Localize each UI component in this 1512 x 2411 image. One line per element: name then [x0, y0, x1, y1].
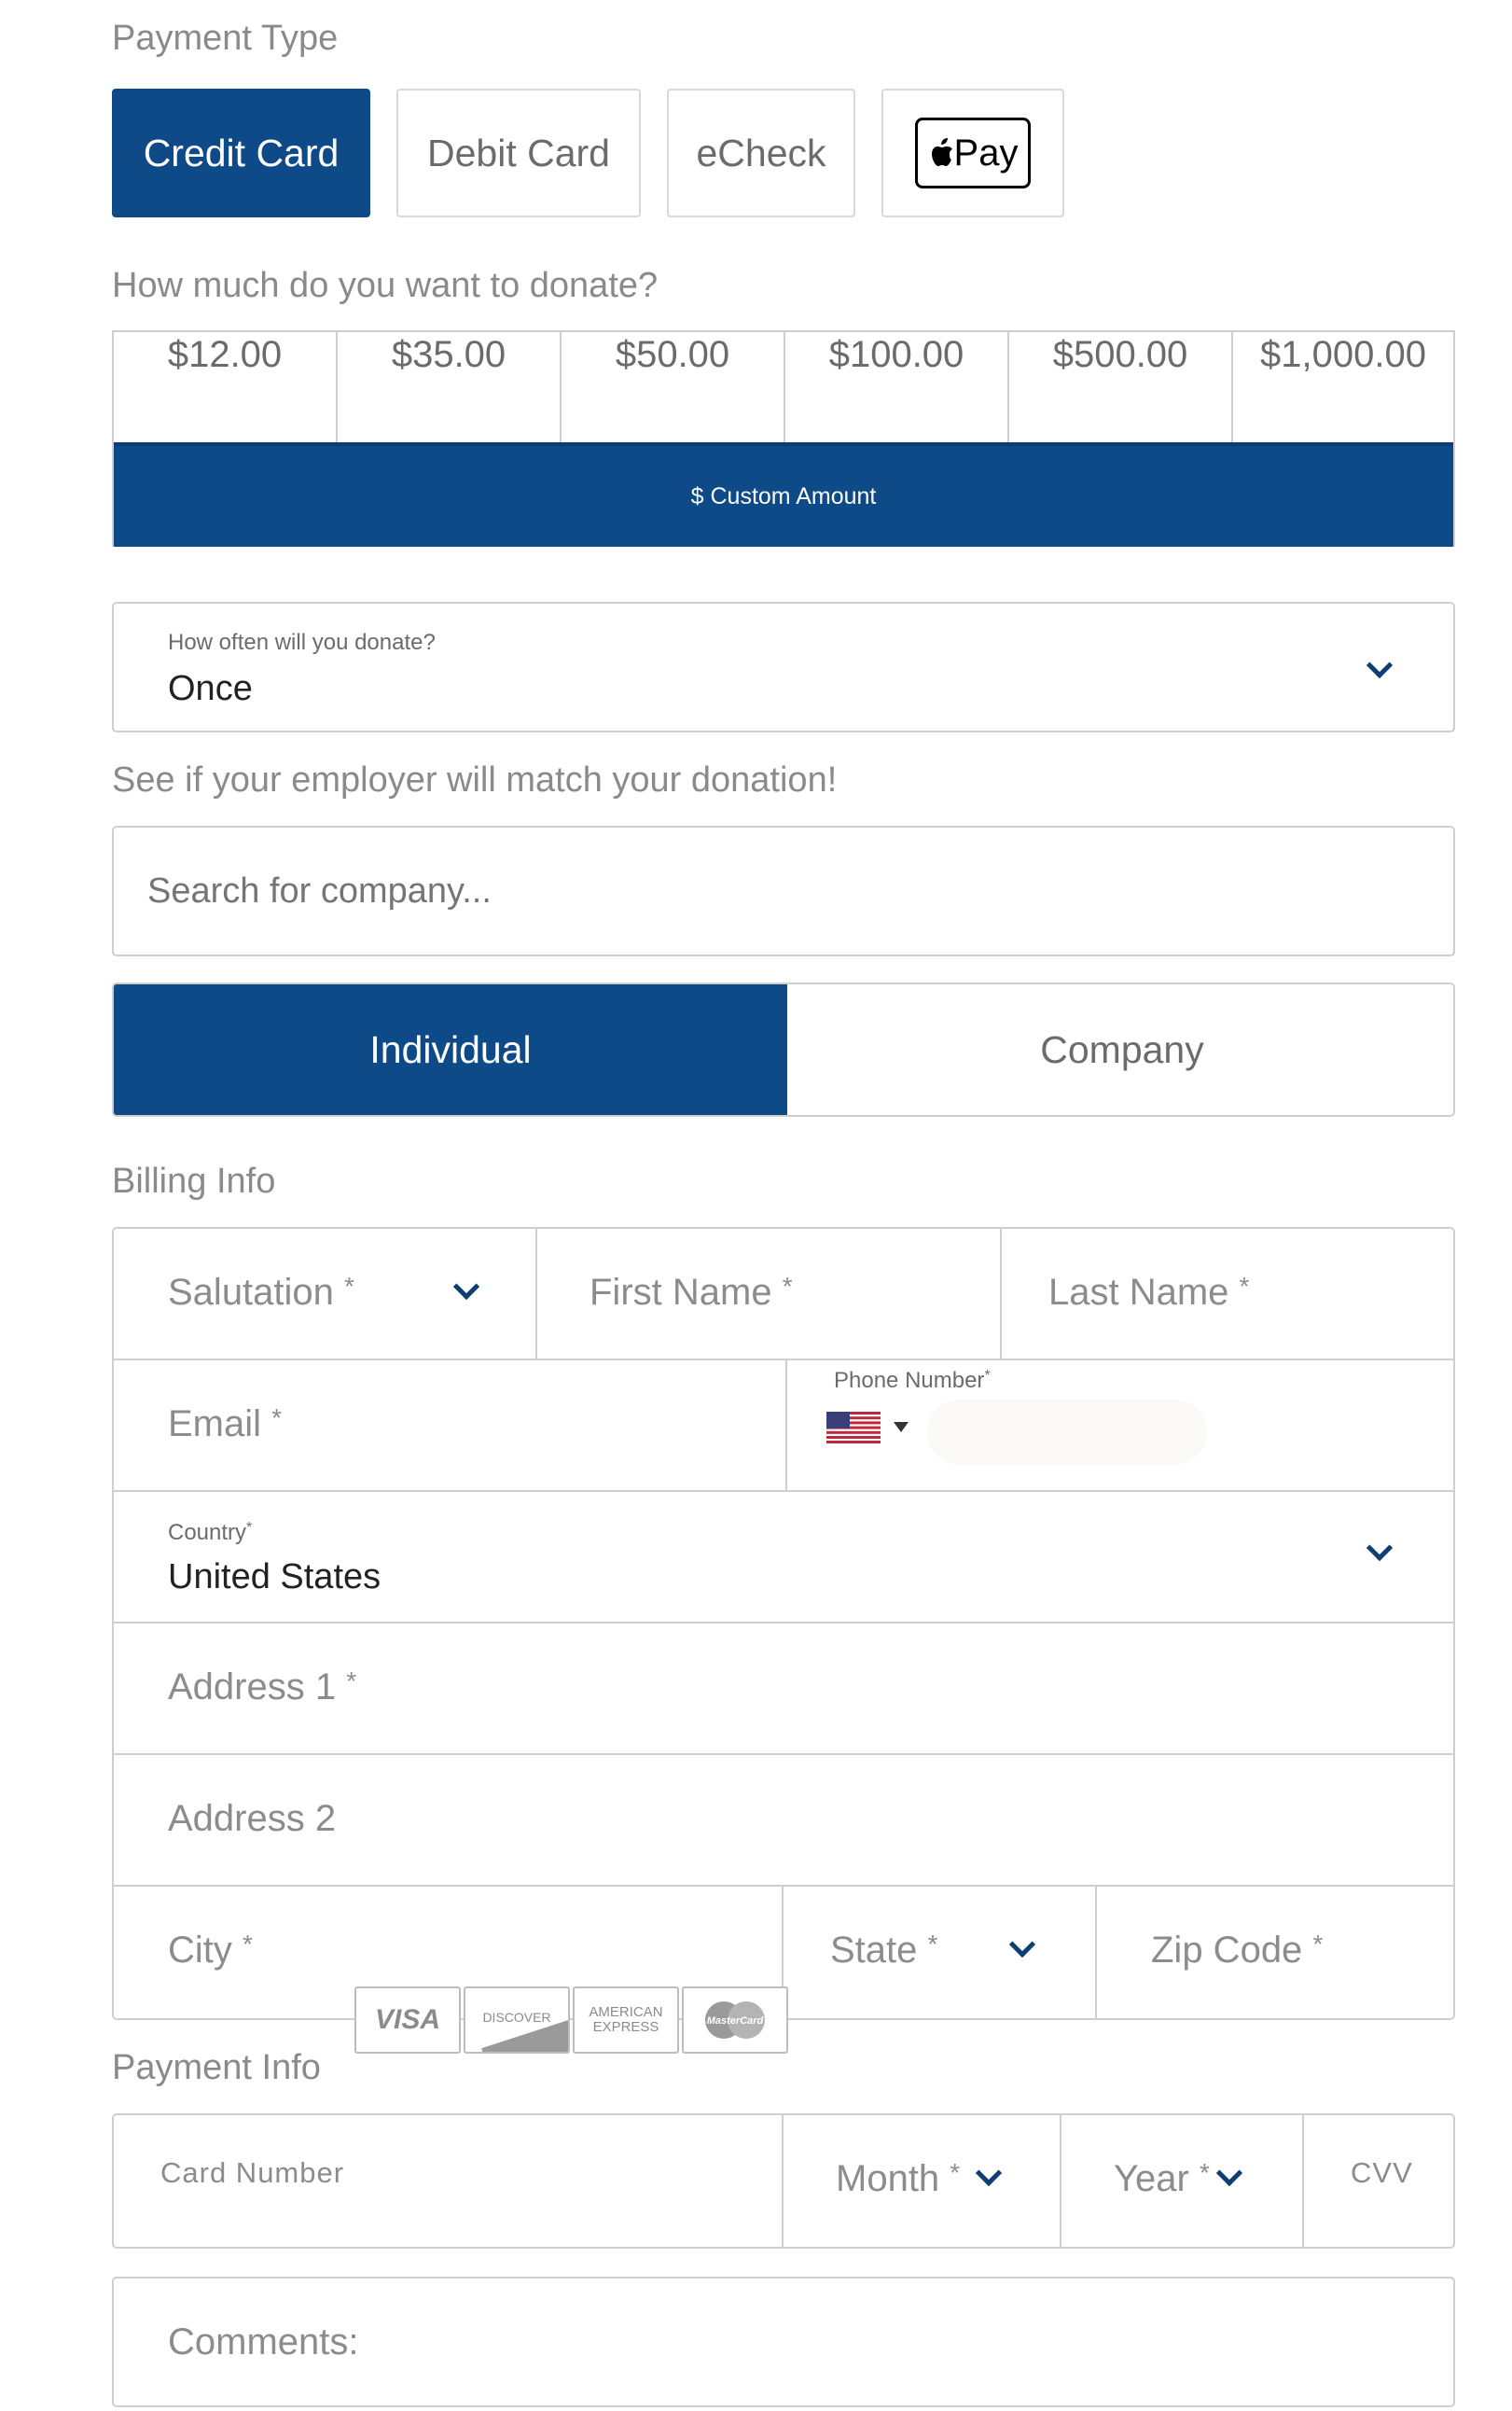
individual-label: Individual [369, 1027, 532, 1071]
billing-form: Salutation * First Name * Last Name * Em… [112, 1227, 1455, 2020]
apple-pay-button[interactable]: Pay [881, 89, 1064, 217]
apple-pay-mark: Pay [915, 118, 1031, 188]
apple-pay-label: Pay [953, 132, 1019, 174]
cvv-label: CVV [1351, 2156, 1413, 2189]
credit-card-label: Credit Card [143, 131, 340, 174]
zip-code-label: Zip Code * [1151, 1930, 1324, 1971]
salutation-label: Salutation * [168, 1272, 354, 1313]
cvv-field[interactable]: CVV [1304, 2115, 1453, 2247]
visa-logo: VISA [354, 1986, 461, 2054]
first-name-label: First Name * [590, 1272, 793, 1313]
amount-label: $12.00 [167, 334, 283, 375]
year-label: Year * [1114, 2158, 1210, 2199]
chevron-down-icon [452, 1273, 480, 1301]
company-toggle[interactable]: Company [787, 984, 1453, 1115]
payment-type-label: Payment Type [112, 19, 339, 58]
debit-card-label: Debit Card [427, 131, 610, 174]
chevron-down-icon [1366, 1534, 1394, 1562]
salutation-select[interactable]: Salutation * [114, 1229, 535, 1359]
donor-type-toggle: Individual Company [112, 983, 1455, 1117]
us-flag-icon[interactable] [826, 1412, 881, 1443]
amount-option-100[interactable]: $100.00 [785, 332, 1009, 442]
payment-info-label: Payment Info [112, 2048, 321, 2087]
card-number-label: Card Number [160, 2156, 345, 2189]
country-select[interactable]: Country* United States [114, 1492, 1453, 1623]
address2-label: Address 2 [168, 1798, 337, 1839]
amount-option-500[interactable]: $500.00 [1009, 332, 1233, 442]
city-label: City * [168, 1930, 253, 1971]
email-field[interactable]: Email * [114, 1360, 785, 1491]
company-search-input[interactable] [112, 826, 1455, 956]
svg-text:MasterCard: MasterCard [707, 2015, 764, 2027]
zip-code-field[interactable]: Zip Code * [1097, 1887, 1453, 2018]
country-value: United States [168, 1557, 381, 1596]
country-label: Country* [168, 1520, 253, 1545]
amount-label: $100.00 [828, 334, 964, 375]
billing-info-label: Billing Info [112, 1162, 276, 1201]
mastercard-logo: MasterCard [682, 1986, 788, 2054]
amount-label: $500.00 [1052, 334, 1188, 375]
amount-option-35[interactable]: $35.00 [338, 332, 562, 442]
frequency-select[interactable]: How often will you donate? Once [112, 602, 1455, 732]
amount-label: $50.00 [615, 334, 730, 375]
caret-down-icon[interactable] [894, 1422, 909, 1432]
custom-amount-button[interactable]: $ Custom Amount [114, 442, 1453, 547]
chevron-down-icon [1008, 1930, 1036, 1958]
phone-number-field[interactable]: Phone Number* [787, 1360, 1453, 1491]
company-label: Company [1040, 1027, 1204, 1071]
credit-card-button[interactable]: Credit Card [112, 89, 370, 217]
last-name-label: Last Name * [1048, 1272, 1250, 1313]
donation-amount-grid: $12.00 $35.00 $50.00 $100.00 $500.00 $1,… [112, 330, 1455, 547]
amount-option-50[interactable]: $50.00 [562, 332, 785, 442]
comments-field[interactable]: Comments: [112, 2277, 1455, 2407]
chevron-down-icon [1366, 651, 1394, 679]
frequency-value: Once [168, 669, 253, 708]
phone-number-input[interactable] [927, 1400, 1207, 1465]
echeck-button[interactable]: eCheck [667, 89, 855, 217]
email-label: Email * [168, 1403, 283, 1444]
individual-toggle[interactable]: Individual [114, 984, 787, 1115]
apple-icon [931, 138, 952, 166]
employer-match-label: See if your employer will match your don… [112, 760, 838, 800]
phone-number-label: Phone Number* [834, 1368, 991, 1393]
amount-option-12[interactable]: $12.00 [114, 332, 338, 442]
frequency-label: How often will you donate? [168, 630, 436, 655]
card-details-form: Card Number Month * Year * CVV [112, 2113, 1455, 2249]
address1-field[interactable]: Address 1 * [114, 1624, 1453, 1754]
first-name-field[interactable]: First Name * [537, 1229, 1000, 1359]
debit-card-button[interactable]: Debit Card [396, 89, 641, 217]
echeck-label: eCheck [696, 131, 826, 174]
month-label: Month * [836, 2158, 961, 2199]
amount-label: $35.00 [391, 334, 506, 375]
state-label: State * [830, 1930, 938, 1971]
address2-field[interactable]: Address 2 [114, 1755, 1453, 1886]
custom-amount-label: $ Custom Amount [690, 482, 877, 509]
last-name-field[interactable]: Last Name * [1002, 1229, 1453, 1359]
year-select[interactable]: Year * [1061, 2115, 1302, 2247]
amount-option-1000[interactable]: $1,000.00 [1233, 332, 1453, 442]
donation-amount-label: How much do you want to donate? [112, 266, 659, 305]
chevron-down-icon [1215, 2159, 1243, 2187]
address1-label: Address 1 * [168, 1666, 357, 1707]
comments-label: Comments: [168, 2321, 359, 2362]
card-number-field[interactable]: Card Number [114, 2115, 782, 2247]
month-select[interactable]: Month * [784, 2115, 1060, 2247]
discover-logo: DISCOVER [464, 1986, 570, 2054]
american-express-logo: AMERICAN EXPRESS [573, 1986, 679, 2054]
chevron-down-icon [975, 2159, 1003, 2187]
state-select[interactable]: State * [784, 1887, 1095, 2018]
amount-label: $1,000.00 [1260, 334, 1426, 375]
